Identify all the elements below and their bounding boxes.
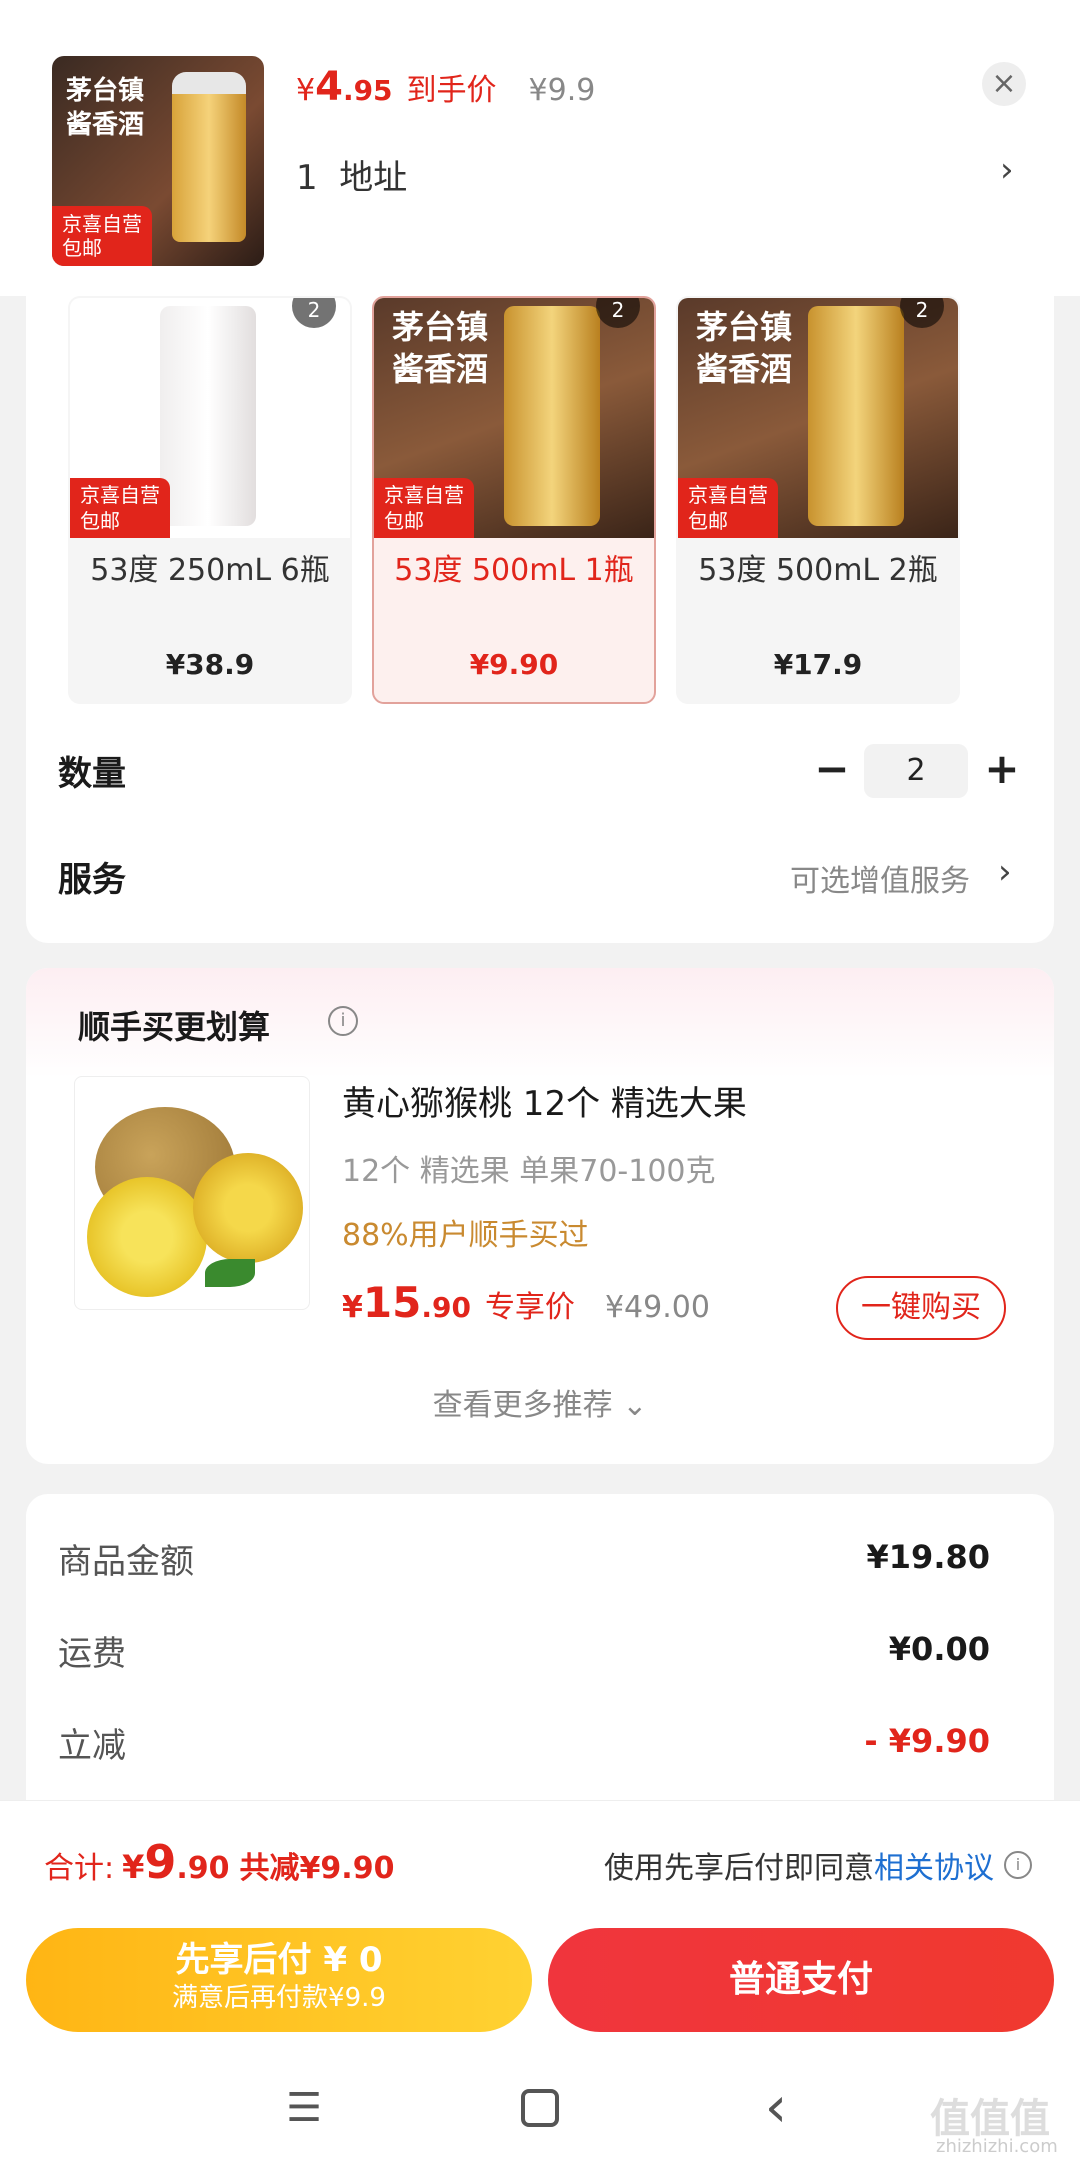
variant-option-3[interactable]: 茅台镇 酱香酒 京喜自营 包邮 2 53度 500mL 2瓶 ¥17.9	[676, 296, 960, 704]
menu-icon[interactable]: ☰	[274, 2078, 334, 2138]
variant-badge: 京喜自营 包邮	[678, 478, 778, 538]
view-more-recommend[interactable]: 查看更多推荐 ⌄	[26, 1380, 1054, 1424]
summary-label: 商品金额	[58, 1542, 194, 1582]
original-price: ¥49.00	[604, 1290, 710, 1325]
system-nav-bar: ☰ ‹	[0, 2048, 1080, 2167]
service-value[interactable]: 可选增值服务	[790, 856, 970, 900]
variant-brand: 茅台镇 酱香酒	[696, 308, 793, 388]
close-icon[interactable]: ×	[982, 62, 1026, 106]
variant-option-1[interactable]: 京喜自营 包邮 2 53度 250mL 6瓶 ¥38.9	[68, 296, 352, 704]
price-decimal: .90	[421, 1291, 471, 1324]
variant-name: 53度 500mL 1瓶	[394, 553, 634, 588]
summary-label: 运费	[58, 1634, 126, 1674]
thumb-brand: 茅台镇 酱香酒	[66, 76, 145, 140]
bottle-image	[504, 306, 600, 526]
bottle-image	[172, 72, 246, 242]
kiwi-half-right	[193, 1153, 303, 1263]
total-integer: 9	[144, 1835, 177, 1889]
pay-later-button[interactable]: 先享后付 ¥ 0 满意后再付款¥9.9	[26, 1928, 532, 2032]
price-integer: 15	[362, 1278, 422, 1327]
kiwi-half-left	[87, 1177, 207, 1297]
chevron-right-icon[interactable]: ›	[998, 852, 1012, 892]
quantity-minus-button[interactable]: −	[812, 746, 852, 796]
price-decimal: .95	[342, 74, 393, 107]
variant-price: ¥17.9	[773, 648, 863, 681]
variant-list: 京喜自营 包邮 2 53度 250mL 6瓶 ¥38.9 茅台镇 酱香酒 京喜自…	[68, 296, 1010, 708]
normal-pay-button[interactable]: 普通支付	[548, 1928, 1054, 2032]
agreement-note: 使用先享后付即同意 相关协议 i	[604, 1843, 1032, 1887]
kiwi-leaf	[205, 1259, 255, 1287]
agreement-text: 使用先享后付即同意	[604, 1851, 874, 1886]
variant-price: ¥9.90	[469, 648, 559, 681]
recommend-buyers-note: 88%用户顺手买过	[342, 1218, 589, 1253]
variant-brand: 茅台镇 酱香酒	[392, 308, 489, 388]
total-decimal: .90	[176, 1851, 230, 1886]
kiwi-product-image[interactable]	[74, 1076, 310, 1310]
recommend-price: ¥ 15 .90 专享价 ¥49.00	[342, 1278, 710, 1327]
price-symbol: ¥	[296, 73, 316, 108]
recommend-title: 顺手买更划算	[78, 1008, 271, 1046]
recommend-product-name[interactable]: 黄心猕猴桃 12个 精选大果	[342, 1076, 747, 1125]
variant-image: 京喜自营 包邮	[70, 298, 350, 538]
total-bar: 合计: ¥ 9 .90 共减¥9.90 使用先享后付即同意 相关协议 i	[0, 1800, 1080, 1918]
info-icon[interactable]: i	[1004, 1851, 1032, 1879]
header-price-row: ¥ 4 .95 到手价 ¥9.9	[296, 64, 595, 110]
pay-later-title: 先享后付 ¥ 0	[175, 1940, 383, 1980]
home-icon[interactable]	[510, 2078, 570, 2138]
total-label: 合计:	[44, 1851, 115, 1886]
variant-badge: 京喜自营 包邮	[374, 478, 474, 538]
summary-value: ¥19.80	[866, 1538, 990, 1576]
product-thumbnail: 茅台镇 酱香酒 京喜自营 包邮	[52, 56, 264, 266]
pay-later-subtitle: 满意后再付款¥9.9	[172, 1983, 386, 2013]
chevron-right-icon[interactable]: ›	[1000, 150, 1014, 190]
thumb-tag: 京喜自营 包邮	[52, 206, 152, 266]
total-amount: 合计: ¥ 9 .90 共减¥9.90	[44, 1835, 394, 1889]
recommend-card: 顺手买更划算 i 黄心猕猴桃 12个 精选大果 12个 精选果 单果70-100…	[26, 968, 1054, 1464]
variant-name: 53度 500mL 2瓶	[698, 553, 938, 588]
variant-image: 茅台镇 酱香酒 京喜自营 包邮	[678, 298, 958, 538]
bottle-image	[160, 306, 256, 526]
one-click-buy-button[interactable]: 一键购买	[836, 1276, 1006, 1340]
sku-header: 茅台镇 酱香酒 京喜自营 包邮 ¥ 4 .95 到手价 ¥9.9 × 1 地址 …	[0, 0, 1080, 296]
bottle-image	[808, 306, 904, 526]
variant-name: 53度 250mL 6瓶	[90, 553, 330, 588]
summary-label: 立减	[58, 1726, 126, 1766]
total-symbol: ¥	[122, 1848, 145, 1886]
original-price: ¥9.9	[528, 73, 596, 108]
quantity-input[interactable]: 2	[864, 744, 968, 798]
variant-option-2[interactable]: 茅台镇 酱香酒 京喜自营 包邮 2 53度 500mL 1瓶 ¥9.90	[372, 296, 656, 704]
variant-badge: 京喜自营 包邮	[70, 478, 170, 538]
payment-buttons: 先享后付 ¥ 0 满意后再付款¥9.9 普通支付	[0, 1918, 1080, 2048]
watermark-url: zhizhizhi.com	[936, 2136, 1058, 2157]
price-integer: 4	[315, 64, 343, 110]
recommend-product-spec: 12个 精选果 单果70-100克	[342, 1154, 716, 1189]
total-saved: 共减¥9.90	[239, 1851, 395, 1886]
quantity-plus-button[interactable]: +	[982, 746, 1022, 796]
summary-value: - ¥9.90	[864, 1722, 990, 1760]
quantity-label: 数量	[58, 754, 126, 794]
price-label: 专享价	[484, 1290, 575, 1325]
price-symbol: ¥	[342, 1290, 363, 1325]
service-label: 服务	[58, 860, 126, 900]
back-icon[interactable]: ‹	[746, 2078, 806, 2138]
variant-price: ¥38.9	[165, 648, 255, 681]
variant-image: 茅台镇 酱香酒 京喜自营 包邮	[374, 298, 654, 538]
order-summary: 商品金额 ¥19.80 运费 ¥0.00 立减 - ¥9.90	[26, 1494, 1054, 1834]
price-label: 到手价	[406, 73, 497, 108]
summary-value: ¥0.00	[888, 1630, 990, 1668]
info-icon[interactable]: i	[328, 1006, 358, 1036]
home-square-shape	[521, 2089, 559, 2127]
address-selector[interactable]: 1 地址	[296, 150, 407, 199]
agreement-link[interactable]: 相关协议	[874, 1843, 994, 1887]
